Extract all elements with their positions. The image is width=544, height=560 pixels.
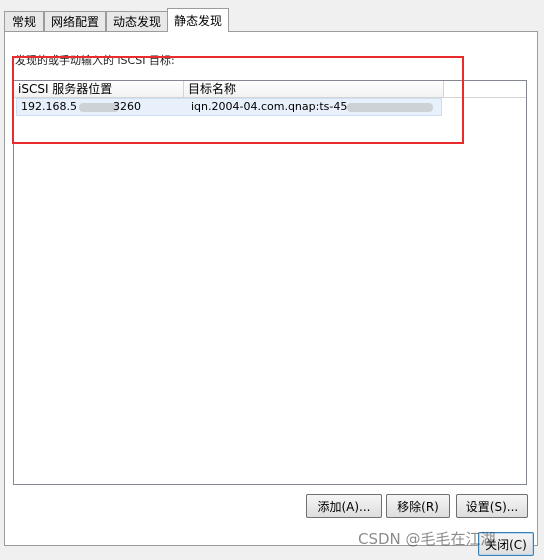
tab-general[interactable]: 常规 [4, 11, 44, 31]
csdn-watermark: CSDN @毛毛在江湖 [358, 530, 496, 548]
tab-network-config-label: 网络配置 [50, 15, 99, 29]
settings-button[interactable]: 设置(S)... [456, 494, 528, 518]
red-annotation-box [12, 56, 464, 144]
tab-general-label: 常规 [11, 15, 36, 29]
remove-button[interactable]: 移除(R) [386, 494, 450, 518]
add-button[interactable]: 添加(A)... [306, 494, 382, 518]
tab-static-discovery[interactable]: 静态发现 [167, 8, 229, 32]
tab-static-discovery-label: 静态发现 [173, 14, 222, 28]
tab-dynamic-discovery[interactable]: 动态发现 [106, 11, 168, 31]
tab-dynamic-discovery-label: 动态发现 [112, 15, 161, 29]
tab-network-config[interactable]: 网络配置 [44, 11, 106, 31]
